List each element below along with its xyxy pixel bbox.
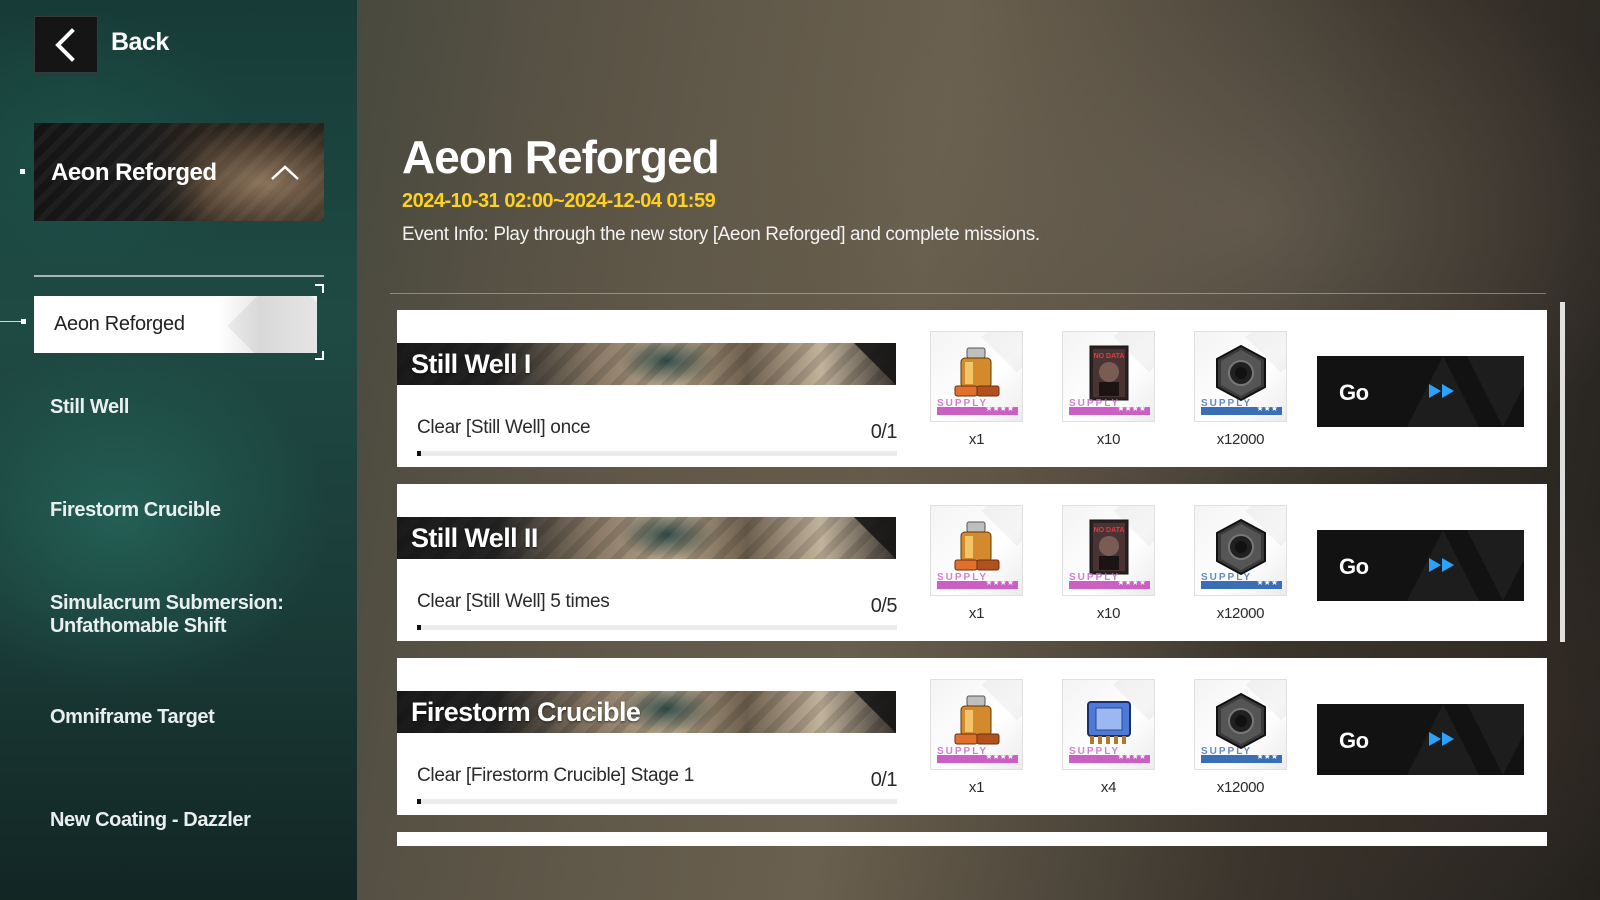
rarity-bar: ★★★ [1201, 404, 1282, 415]
sidebar-divider [34, 275, 324, 277]
reward-count: x1 [968, 431, 985, 448]
mission-banner: Still Well I [397, 343, 896, 385]
chevron-left-icon [55, 27, 75, 62]
reward-count: x10 [1096, 431, 1121, 448]
reward-box[interactable]: SUPPLY ★★★★ [930, 679, 1023, 770]
reward-count: x1 [968, 779, 985, 796]
svg-text:NO DATA: NO DATA [1093, 353, 1124, 360]
mission-progress: 0/1 [870, 421, 898, 443]
reward-box[interactable]: SUPPLY ★★★★ [930, 331, 1023, 422]
rarity-stars: ★★★★ [985, 578, 1014, 587]
rarity-stars: ★★★★ [1117, 578, 1146, 587]
go-label: Go [1339, 554, 1369, 579]
reward-box[interactable]: SUPPLY ★★★ [1194, 679, 1287, 770]
rarity-stars: ★★★★ [1117, 404, 1146, 413]
mission-card: Firestorm Crucible Clear [Firestorm Cruci… [397, 658, 1547, 815]
rarity-bar: ★★★★ [1069, 578, 1150, 589]
rarity-bar: ★★★★ [1069, 404, 1150, 415]
reward-box[interactable]: SUPPLY ★★★★ [930, 505, 1023, 596]
mission-card: Still Well I Clear [Still Well] once 0/1 SU… [397, 310, 1547, 467]
mission-title: Firestorm Crucible [411, 697, 641, 727]
event-info: Event Info: Play through the new story [… [402, 224, 1040, 245]
rarity-bar: ★★★★ [1069, 752, 1150, 763]
selection-bracket [315, 284, 324, 293]
mission-title: Still Well I [411, 349, 531, 379]
reward-count: x12000 [1216, 431, 1265, 448]
reward-count: x4 [1100, 779, 1117, 796]
sidebar-item-simulacrum-submersion[interactable]: Simulacrum Submersion: Unfathomable Shif… [50, 592, 284, 638]
mission-title: Still Well II [411, 523, 538, 553]
event-card-label: Aeon Reforged [51, 159, 217, 186]
reward-box[interactable]: SUPPLY ★★★ [1194, 331, 1287, 422]
rarity-stars: ★★★ [1256, 404, 1278, 413]
rarity-stars: ★★★ [1256, 752, 1278, 761]
reward-item[interactable]: SUPPLY ★★★★ x1 [930, 505, 1023, 622]
reward-box[interactable]: NO DATA SUPPLY ★★★★ [1062, 331, 1155, 422]
reward-box[interactable]: NO DATA SUPPLY ★★★★ [1062, 505, 1155, 596]
reward-count: x10 [1096, 605, 1121, 622]
sidebar-item-label: Aeon Reforged [54, 313, 185, 335]
mission-task: Clear [Still Well] once [417, 417, 591, 438]
rarity-bar: ★★★★ [937, 752, 1018, 763]
mission-progress: 0/1 [870, 769, 898, 791]
mission-task: Clear [Still Well] 5 times [417, 591, 610, 612]
mission-card: Still Well II Clear [Still Well] 5 times 0… [397, 484, 1547, 641]
mission-card-partial [397, 832, 1547, 846]
event-dates: 2024-10-31 02:00~2024-12-04 01:59 [402, 190, 716, 212]
progress-bar [417, 451, 897, 456]
back-button[interactable] [34, 16, 98, 73]
mission-banner: Still Well II [397, 517, 896, 559]
reward-item[interactable]: SUPPLY ★★★★ x1 [930, 679, 1023, 796]
sidebar-item-omniframe-target[interactable]: Omniframe Target [50, 706, 215, 729]
sidebar: Back Aeon Reforged Aeon Reforged Still W… [0, 0, 357, 900]
fast-forward-icon [1429, 384, 1454, 398]
fast-forward-icon [1429, 558, 1454, 572]
progress-bar [417, 625, 897, 630]
page-title: Aeon Reforged [402, 131, 720, 183]
go-button[interactable]: Go [1317, 704, 1524, 775]
reward-item[interactable]: SUPPLY ★★★★ x1 [930, 331, 1023, 448]
selection-connector [0, 321, 22, 322]
rarity-bar: ★★★★ [937, 404, 1018, 415]
rarity-stars: ★★★ [1256, 578, 1278, 587]
mission-banner: Firestorm Crucible [397, 691, 896, 733]
reward-count: x12000 [1216, 779, 1265, 796]
go-button[interactable]: Go [1317, 530, 1524, 601]
rarity-bar: ★★★ [1201, 752, 1282, 763]
rarity-bar: ★★★★ [937, 578, 1018, 589]
selection-dot [21, 319, 26, 324]
sidebar-item-aeon-reforged[interactable]: Aeon Reforged [34, 296, 317, 353]
reward-box[interactable]: SUPPLY ★★★ [1194, 505, 1287, 596]
go-button[interactable]: Go [1317, 356, 1524, 427]
chevron-up-icon[interactable] [270, 163, 300, 181]
reward-item[interactable]: NO DATA SUPPLY ★★★★ x10 [1062, 505, 1155, 622]
back-label[interactable]: Back [111, 28, 169, 57]
scrollbar[interactable] [1560, 302, 1565, 642]
mission-task: Clear [Firestorm Crucible] Stage 1 [417, 765, 695, 786]
svg-text:NO DATA: NO DATA [1093, 527, 1124, 534]
reward-item[interactable]: SUPPLY ★★★ x12000 [1194, 679, 1287, 796]
reward-item[interactable]: SUPPLY ★★★ x12000 [1194, 505, 1287, 622]
rarity-stars: ★★★★ [1117, 752, 1146, 761]
go-label: Go [1339, 380, 1369, 405]
go-label: Go [1339, 728, 1369, 753]
sidebar-item-still-well[interactable]: Still Well [50, 396, 129, 419]
fast-forward-icon [1429, 732, 1454, 746]
sidebar-item-new-coating[interactable]: New Coating - Dazzler [50, 809, 251, 832]
reward-count: x1 [968, 605, 985, 622]
rarity-stars: ★★★★ [985, 404, 1014, 413]
event-card-marker [20, 169, 25, 174]
rarity-stars: ★★★★ [985, 752, 1014, 761]
reward-count: x12000 [1216, 605, 1265, 622]
reward-item[interactable]: SUPPLY ★★★ x12000 [1194, 331, 1287, 448]
reward-box[interactable]: SUPPLY ★★★★ [1062, 679, 1155, 770]
mission-progress: 0/5 [870, 595, 898, 617]
reward-item[interactable]: SUPPLY ★★★★ x4 [1062, 679, 1155, 796]
reward-item[interactable]: NO DATA SUPPLY ★★★★ x10 [1062, 331, 1155, 448]
sidebar-item-firestorm-crucible[interactable]: Firestorm Crucible [50, 499, 221, 522]
progress-bar [417, 799, 897, 804]
header-divider [390, 293, 1546, 294]
rarity-bar: ★★★ [1201, 578, 1282, 589]
